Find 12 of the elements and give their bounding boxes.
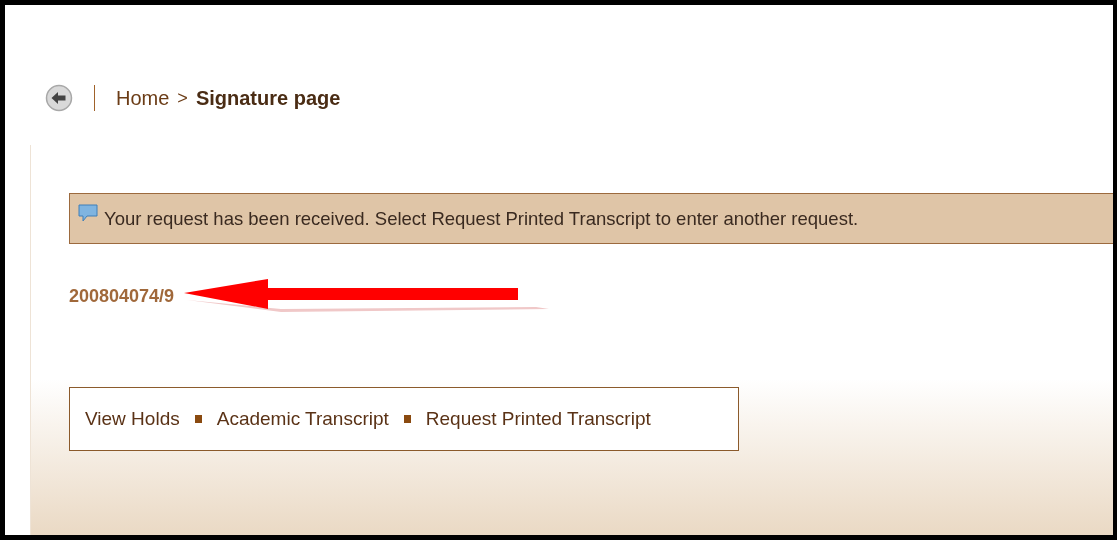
bullet-icon — [194, 415, 202, 423]
breadcrumb-link[interactable]: Home — [116, 86, 170, 110]
back-button[interactable] — [45, 83, 73, 113]
breadcrumb-separator: > — [177, 87, 188, 109]
request-number: 200804074/9 — [69, 285, 175, 307]
nav-link[interactable]: Request Printed Transcript — [425, 408, 651, 430]
nav-link[interactable]: Academic Transcript — [216, 408, 389, 430]
current-page-label: Signature page — [195, 86, 341, 110]
speech-bubble-icon — [78, 203, 98, 223]
message-text: Your request has been received. Select Request Printed Transcript to enter another request. — [104, 207, 859, 230]
nav-link[interactable]: View Holds — [85, 408, 180, 430]
bullet-icon — [403, 415, 411, 423]
